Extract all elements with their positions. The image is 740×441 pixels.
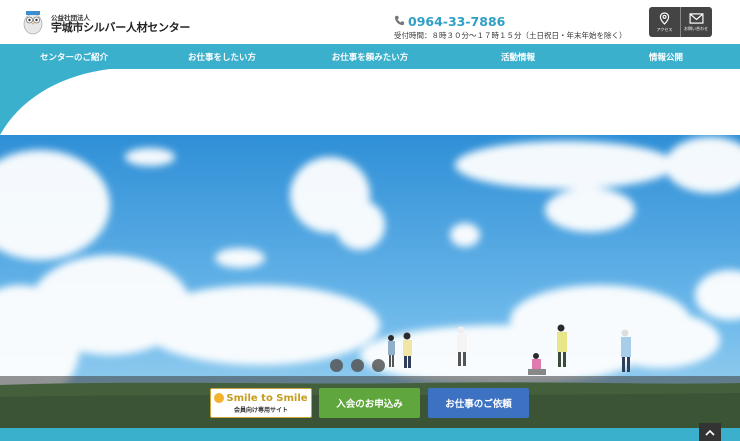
nav-item-find-work[interactable]: お仕事をしたい方 — [148, 44, 296, 69]
slider-dot-2[interactable] — [351, 359, 364, 372]
nav-item-activities[interactable]: 活動情報 — [444, 44, 592, 69]
slider-dot-3[interactable] — [372, 359, 385, 372]
contact-label: お問い合わせ — [684, 25, 708, 31]
map-pin-icon — [659, 11, 670, 25]
header-buttons: アクセス お問い合わせ — [649, 7, 712, 37]
owl-logo-icon[interactable] — [22, 9, 44, 35]
nav-item-request-work[interactable]: お仕事を頼みたい方 — [296, 44, 444, 69]
smile-to-smile-button[interactable]: Smile to Smile 会員向け専用サイト — [210, 388, 312, 418]
phone-number[interactable]: 0964-33-7886 — [394, 14, 505, 29]
smile-title-text: Smile to Smile — [226, 392, 308, 404]
site-header: 公益社団法人 宇城市シルバー人材センター 0964-33-7886 受付時間：８… — [0, 0, 740, 44]
chevron-up-icon — [705, 429, 715, 436]
slider-dot-1[interactable] — [330, 359, 343, 372]
smile-face-icon — [214, 393, 225, 403]
membership-application-button[interactable]: 入会のお申込み — [319, 388, 420, 418]
smile-title: Smile to Smile — [214, 392, 308, 404]
job-request-button[interactable]: お仕事のご依頼 — [428, 388, 529, 418]
access-button[interactable]: アクセス — [649, 7, 680, 37]
business-hours: 受付時間：８時３０分～１７時１５分（土日祝日・年末年始を除く） — [394, 31, 627, 40]
contact-button[interactable]: お問い合わせ — [680, 7, 711, 37]
wave-decoration — [0, 69, 740, 135]
smile-subtitle: 会員向け専用サイト — [233, 406, 288, 414]
slider-dots — [330, 359, 385, 372]
scroll-to-top-button[interactable] — [699, 423, 721, 441]
mail-icon — [688, 12, 704, 24]
access-label: アクセス — [656, 26, 673, 32]
phone-text: 0964-33-7886 — [408, 14, 506, 29]
global-nav: センターのご紹介 お仕事をしたい方 お仕事を頼みたい方 活動情報 情報公開 — [0, 44, 740, 69]
phone-icon — [394, 14, 406, 29]
nav-item-about[interactable]: センターのご紹介 — [0, 44, 148, 69]
bottom-strip — [0, 428, 740, 441]
org-name[interactable]: 宇城市シルバー人材センター — [51, 19, 190, 35]
nav-item-disclosure[interactable]: 情報公開 — [592, 44, 740, 69]
